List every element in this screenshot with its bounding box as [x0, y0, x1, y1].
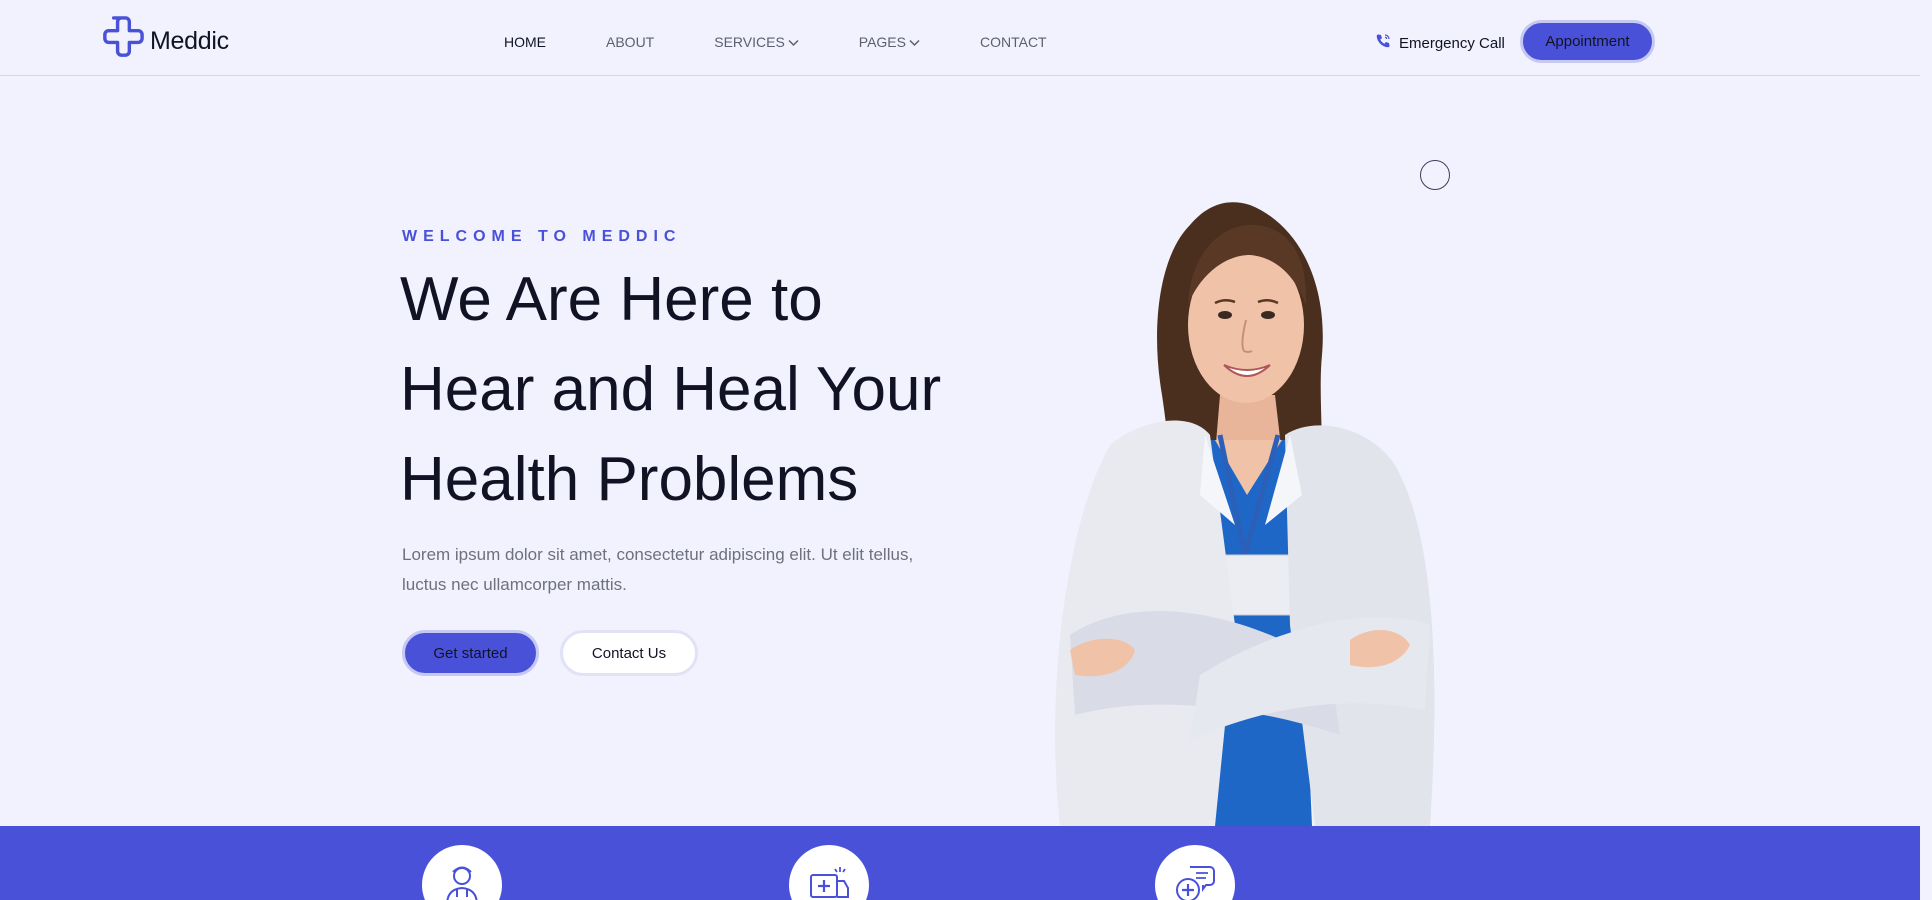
nav-services-label: SERVICES	[714, 34, 785, 50]
phone-icon	[1375, 33, 1391, 53]
emergency-call-label: Emergency Call	[1399, 34, 1505, 52]
headline-line-1: We Are Here to	[400, 265, 823, 334]
hero-description: Lorem ipsum dolor sit amet, consectetur …	[402, 545, 914, 594]
chevron-down-icon	[909, 34, 920, 50]
nav-pages[interactable]: PAGES	[859, 34, 920, 50]
brand-logo[interactable]: Meddic	[100, 15, 229, 63]
nav-about[interactable]: ABOUT	[606, 34, 654, 50]
nav-home[interactable]: HOME	[504, 34, 546, 50]
nav-contact[interactable]: CONTACT	[980, 34, 1047, 50]
chevron-down-icon	[788, 34, 799, 50]
hero-headline: We Are Here to Hear and Heal Your Health…	[400, 255, 1000, 525]
appointment-button[interactable]: Appointment	[1520, 20, 1655, 63]
nav-pages-label: PAGES	[858, 34, 906, 50]
nav-about-label: ABOUT	[606, 34, 655, 50]
brand-name: Meddic	[150, 26, 229, 55]
nav-contact-label: CONTACT	[979, 34, 1047, 50]
emergency-call-link[interactable]: Emergency Call	[1375, 33, 1505, 53]
nav-services[interactable]: SERVICES	[714, 34, 799, 50]
medical-chat-icon	[1174, 863, 1216, 900]
medical-cross-icon	[100, 15, 146, 67]
nav-home-label: HOME	[504, 34, 546, 50]
main-nav: HOME ABOUT SERVICES PAGES CONTACT	[504, 34, 1047, 50]
contact-us-button[interactable]: Contact Us	[560, 630, 698, 676]
get-started-button[interactable]: Get started	[402, 630, 539, 676]
hero-eyebrow: WELCOME TO MEDDIC	[402, 228, 682, 245]
doctor-portrait	[1055, 202, 1435, 826]
headline-line-2: Hear and Heal Your	[400, 355, 942, 424]
doctor-icon	[444, 863, 480, 900]
features-strip	[0, 826, 1920, 900]
headline-line-3: Health Problems	[400, 445, 859, 514]
ambulance-icon	[808, 863, 850, 900]
decorative-ring	[1420, 160, 1450, 190]
navbar: Meddic HOME ABOUT SERVICES PAGES CONTACT…	[0, 0, 1920, 76]
